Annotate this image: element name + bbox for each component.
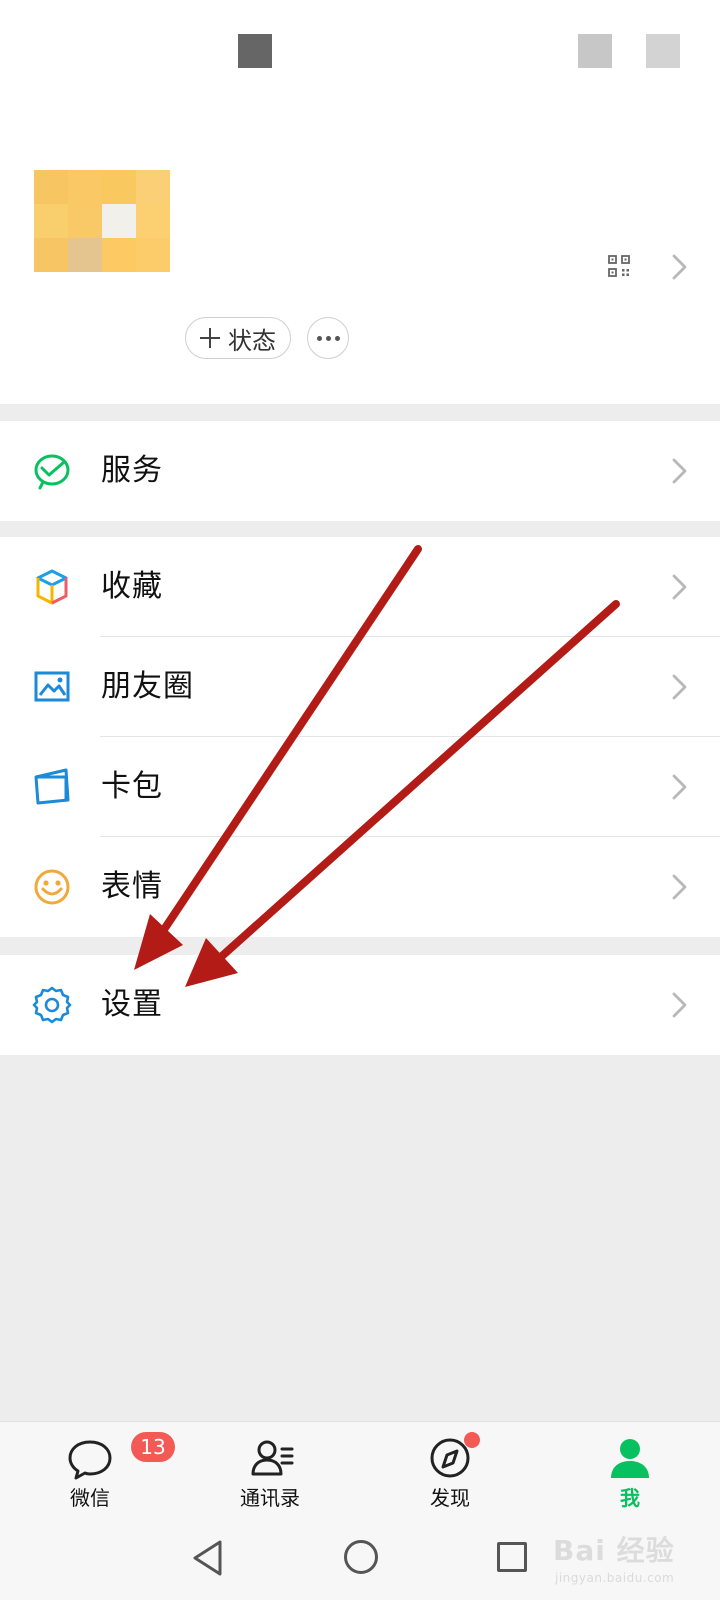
status-bar-square <box>578 34 612 68</box>
menu-label-settings: 设置 <box>101 987 163 1022</box>
unread-badge: 13 <box>131 1432 175 1462</box>
chevron-right-icon <box>672 574 687 600</box>
chevron-right-icon <box>672 992 687 1018</box>
menu-label-cards: 卡包 <box>101 769 163 804</box>
more-dot <box>316 335 322 341</box>
chevron-right-icon <box>672 458 687 484</box>
service-icon <box>34 454 70 490</box>
status-bar-square <box>646 34 680 68</box>
gear-icon <box>32 986 72 1024</box>
tab-contacts[interactable]: 通讯录 <box>210 1422 330 1517</box>
baidu-jingyan-watermark: Bai 经验 jingyan.baidu.com <box>550 1526 715 1591</box>
profile-header[interactable]: 状态 <box>0 100 720 404</box>
tab-discover[interactable]: 发现 <box>390 1422 510 1517</box>
image-icon <box>34 671 70 702</box>
status-bar-square <box>238 34 272 68</box>
back-icon[interactable] <box>190 1538 224 1578</box>
recent-apps-icon[interactable] <box>497 1542 527 1572</box>
tab-label-contacts: 通讯录 <box>240 1486 300 1510</box>
tab-label-me: 我 <box>620 1486 640 1510</box>
menu-item-settings[interactable]: 设置 <box>0 955 720 1055</box>
qr-code-icon[interactable] <box>607 254 631 278</box>
menu-item-moments[interactable]: 朋友圈 <box>0 637 720 737</box>
system-navigation-bar: Bai 经验 jingyan.baidu.com <box>0 1516 720 1600</box>
menu-item-stickers[interactable]: 表情 <box>0 837 720 937</box>
tab-me[interactable]: 我 <box>570 1422 690 1517</box>
watermark-url: jingyan.baidu.com <box>555 1571 675 1585</box>
chevron-right-icon <box>672 874 687 900</box>
menu-item-favorites[interactable]: 收藏 <box>0 537 720 637</box>
smile-icon <box>34 869 70 905</box>
status-button[interactable]: 状态 <box>185 317 291 359</box>
more-dot <box>325 335 331 341</box>
chevron-right-icon <box>672 774 687 800</box>
service-section: 服务 <box>0 421 720 521</box>
more-button[interactable] <box>307 317 349 359</box>
main-menu-section: 收藏 朋友圈 卡包 表情 <box>0 537 720 937</box>
tab-chats[interactable]: 13 微信 <box>30 1422 175 1517</box>
tab-label-discover: 发现 <box>430 1486 470 1510</box>
wallet-icon <box>34 768 70 805</box>
home-icon[interactable] <box>344 1540 378 1574</box>
menu-label-moments: 朋友圈 <box>101 669 194 704</box>
avatar[interactable] <box>34 170 170 272</box>
menu-label-service: 服务 <box>101 453 163 488</box>
person-icon <box>611 1439 649 1478</box>
plus-icon <box>200 328 220 348</box>
status-bar <box>0 0 720 100</box>
contacts-icon <box>251 1440 294 1476</box>
watermark-brand: Bai 经验 <box>553 1534 675 1567</box>
chevron-right-icon <box>672 674 687 700</box>
menu-item-cards[interactable]: 卡包 <box>0 737 720 837</box>
bottom-tab-bar: 13 微信 通讯录 发现 我 <box>0 1421 720 1517</box>
tab-label-chats: 微信 <box>70 1486 110 1510</box>
menu-label-favorites: 收藏 <box>101 569 163 604</box>
settings-section: 设置 <box>0 955 720 1055</box>
menu-label-stickers: 表情 <box>101 869 163 904</box>
more-dot <box>334 335 340 341</box>
menu-item-service[interactable]: 服务 <box>0 421 720 521</box>
new-dot-badge <box>464 1432 480 1448</box>
cube-icon <box>36 569 68 605</box>
chevron-right-icon <box>672 254 687 280</box>
chat-icon <box>68 1440 112 1480</box>
status-button-label: 状态 <box>228 326 276 355</box>
wechat-me-screen: 状态 服务 收藏 朋友圈 卡包 表情 设置 13 微信 通讯录 发现 我 Bai… <box>0 0 720 1600</box>
